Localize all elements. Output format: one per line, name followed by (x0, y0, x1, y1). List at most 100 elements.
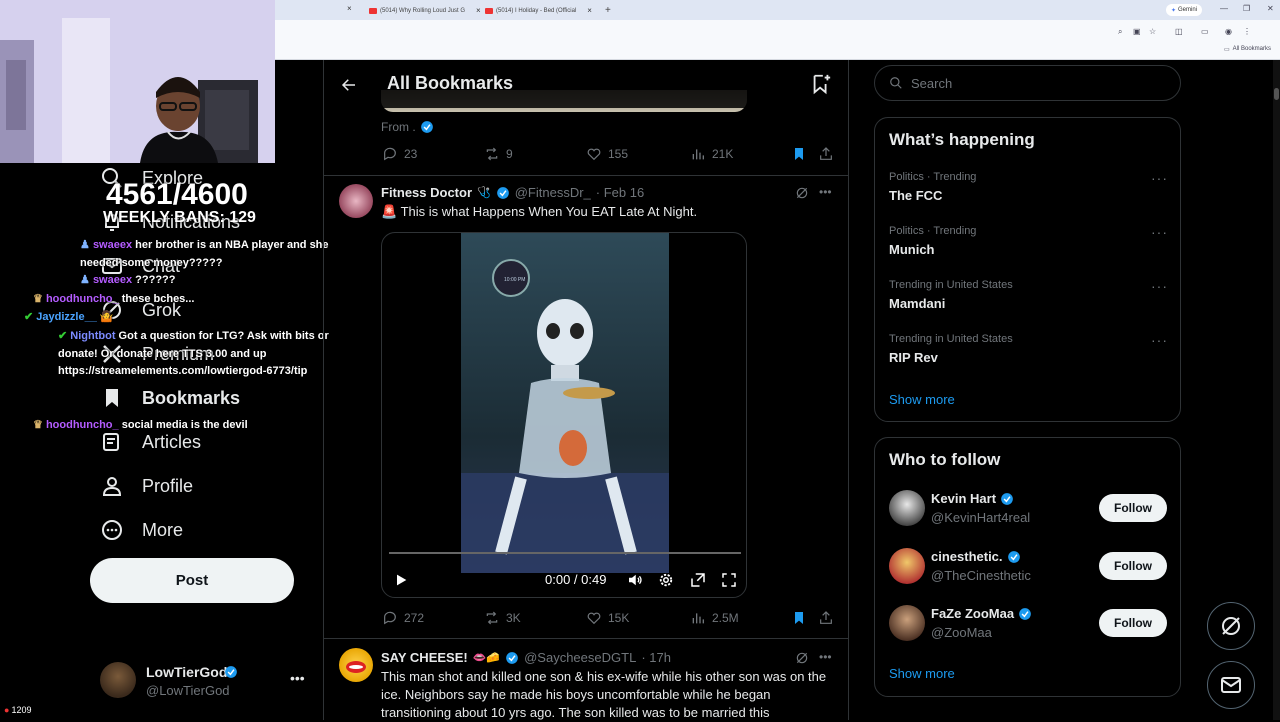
trend-item[interactable]: Politics · Trending Munich ··· (875, 222, 1180, 272)
fullscreen-icon[interactable] (720, 571, 738, 589)
back-arrow-icon[interactable] (340, 76, 358, 94)
reply-count: 272 (404, 611, 425, 625)
follow-button[interactable]: Follow (1099, 494, 1167, 522)
grok-icon (1222, 617, 1240, 635)
like-button[interactable]: 15K (586, 610, 629, 626)
views-button[interactable]: 2.5M (690, 610, 739, 626)
star-icon[interactable]: ☆ (1149, 27, 1156, 36)
repost-button[interactable]: 3K (484, 610, 521, 626)
nav-profile[interactable]: Profile (100, 474, 193, 498)
who-to-follow-title: Who to follow (889, 450, 1001, 469)
chat-badge-icon: ✔ (24, 311, 34, 323)
gemini-button[interactable]: ✦ Gemini (1166, 4, 1202, 16)
video-player[interactable]: 10:00 PM 0:00 / 0:49 (381, 232, 747, 598)
scrollbar-thumb[interactable] (1274, 88, 1279, 100)
profile-icon[interactable]: ◉ (1225, 27, 1232, 36)
new-tab-button[interactable]: + (599, 3, 617, 18)
messages-fab[interactable] (1207, 661, 1255, 709)
more-icon[interactable]: ••• (819, 650, 832, 664)
search-box[interactable] (874, 65, 1181, 101)
verified-icon (420, 121, 433, 133)
bookmark-add-icon[interactable] (810, 73, 832, 95)
views-count: 21K (712, 147, 734, 161)
author-name[interactable]: SAY CHEESE! (381, 650, 468, 665)
video-progress-track[interactable] (389, 552, 741, 554)
more-icon[interactable]: ••• (290, 670, 305, 686)
reply-button[interactable]: 23 (382, 146, 417, 162)
avatar[interactable] (339, 648, 373, 682)
follow-suggestion[interactable]: cinesthetic. @TheCinesthetic Follow (875, 546, 1180, 586)
maximize-icon[interactable]: ❐ (1243, 4, 1250, 13)
follow-button[interactable]: Follow (1099, 609, 1167, 637)
show-more-link[interactable]: Show more (889, 392, 955, 407)
video-frame (461, 233, 669, 573)
picture-in-picture-icon[interactable] (689, 571, 707, 589)
bookmark-icon[interactable] (791, 146, 807, 162)
follow-button[interactable]: Follow (1099, 552, 1167, 580)
grok-fab[interactable] (1207, 602, 1255, 650)
more-icon[interactable]: ··· (1151, 170, 1168, 186)
user-handle: @KevinHart4real (931, 510, 1031, 525)
volume-icon[interactable] (626, 571, 644, 589)
trend-name: The FCC (889, 188, 943, 203)
close-icon[interactable]: × (587, 6, 592, 15)
tweet-time[interactable]: · 17h (641, 650, 671, 665)
nav-more[interactable]: More (100, 518, 183, 542)
trend-item[interactable]: Trending in United States RIP Rev ··· (875, 330, 1180, 380)
sidebar-icon[interactable]: ▭ (1201, 27, 1209, 36)
more-icon[interactable]: ··· (1151, 332, 1168, 348)
chat-text: ?????? (135, 274, 176, 286)
browser-tab[interactable]: (5014) I Holiday - Bed (Official × (479, 3, 598, 18)
author-name[interactable]: Fitness Doctor (381, 185, 472, 200)
verified-icon (506, 651, 518, 664)
repost-button[interactable]: 9 (484, 146, 513, 162)
show-more-link[interactable]: Show more (889, 666, 955, 681)
share-icon[interactable] (818, 610, 834, 626)
follow-suggestion[interactable]: FaZe ZooMaa @ZooMaa Follow (875, 603, 1180, 643)
all-bookmarks[interactable]: ▭ All Bookmarks (1224, 46, 1271, 53)
grok-icon[interactable] (794, 650, 810, 666)
scrollbar[interactable] (1273, 60, 1280, 720)
menu-icon[interactable]: ⋮ (1243, 27, 1251, 36)
trend-item[interactable]: Politics · Trending The FCC ··· (875, 168, 1180, 218)
play-icon[interactable] (393, 572, 409, 588)
settings-icon[interactable] (657, 571, 675, 589)
more-icon[interactable]: ••• (819, 185, 832, 199)
youtube-icon (485, 7, 493, 14)
close-icon[interactable]: × (347, 4, 352, 13)
repost-icon (486, 611, 498, 625)
grok-icon[interactable] (794, 185, 810, 201)
clock-text: 10:00 PM (504, 277, 526, 283)
author-emoji: 👄🧀 (472, 652, 501, 664)
tweet-time[interactable]: · Feb 16 (596, 185, 644, 200)
minimize-icon[interactable]: — (1220, 4, 1228, 13)
close-window-icon[interactable]: ✕ (1267, 4, 1274, 13)
nav-bookmarks[interactable]: Bookmarks (100, 386, 240, 410)
browser-tab[interactable]: (5014) Why Rolling Loud Just G × (363, 3, 487, 18)
person-icon: ● (4, 705, 10, 715)
bookmark-icon[interactable] (791, 610, 807, 626)
views-button[interactable]: 21K (690, 146, 733, 162)
chat-message: ♟ swaeex ?????? (80, 272, 342, 290)
author-handle[interactable]: @FitnessDr_ (515, 185, 591, 200)
share-icon[interactable] (818, 146, 834, 162)
all-bookmarks-label: All Bookmarks (1232, 46, 1272, 52)
cast-icon[interactable]: ▣ (1133, 27, 1141, 36)
post-button[interactable]: Post (90, 558, 294, 603)
extensions-icon[interactable]: ◫ (1175, 27, 1183, 36)
author-handle[interactable]: @SaycheeseDGTL (524, 650, 636, 665)
chat-badge-icon: ♟ (80, 274, 90, 286)
trend-item[interactable]: Trending in United States Mamdani ··· (875, 276, 1180, 326)
more-icon[interactable]: ··· (1151, 224, 1168, 240)
search-input[interactable] (911, 75, 1151, 91)
trend-name: Munich (889, 242, 935, 257)
reply-button[interactable]: 272 (382, 610, 424, 626)
chat-text: 🤷 (99, 311, 114, 323)
follow-suggestion[interactable]: Kevin Hart @KevinHart4real Follow (875, 488, 1180, 528)
zoom-icon[interactable]: ⌕ (1118, 27, 1122, 37)
more-icon[interactable]: ··· (1151, 278, 1168, 294)
avatar[interactable] (339, 184, 373, 218)
account-switcher[interactable]: LowTierGod @LowTierGod ••• (100, 662, 310, 702)
webcam-feed (0, 0, 275, 163)
like-button[interactable]: 155 (586, 146, 628, 162)
